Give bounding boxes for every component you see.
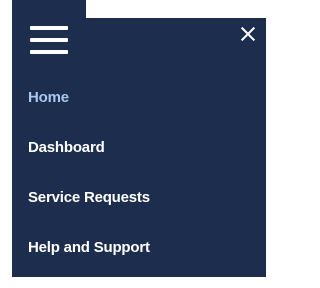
page-background-strip [86,0,266,18]
hamburger-bar [30,26,68,30]
hamburger-bar [30,50,68,54]
close-icon[interactable] [240,26,256,42]
nav-item-service-requests[interactable]: Service Requests [28,188,150,238]
nav-item-help-and-support[interactable]: Help and Support [28,238,150,288]
nav-list: Home Dashboard Service Requests Help and… [28,88,150,288]
hamburger-bar [30,38,68,42]
nav-item-home[interactable]: Home [28,88,150,138]
hamburger-icon[interactable] [30,26,68,54]
navigation-menu-panel: Home Dashboard Service Requests Help and… [12,0,266,277]
nav-item-dashboard[interactable]: Dashboard [28,138,150,188]
